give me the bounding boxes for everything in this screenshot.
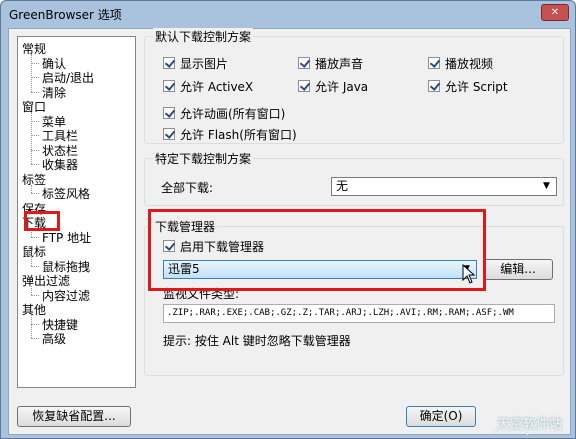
tree-connector [31, 149, 39, 151]
all-downloads-label: 全部下载: [161, 181, 214, 195]
tree-item[interactable]: FTP 地址 [42, 229, 91, 246]
play-video-label[interactable]: 播放视频 [445, 55, 493, 72]
allow-script-label[interactable]: 允许 Script [445, 78, 508, 95]
show-images-label[interactable]: 显示图片 [180, 55, 228, 72]
tree-item[interactable]: 内容过滤 [42, 287, 90, 304]
tree-connector [31, 257, 32, 266]
default-download-group: 默认下载控制方案 显示图片 播放声音 播放视频 允许 ActiveX 允许 Ja… [144, 28, 564, 144]
specific-download-title: 特定下载控制方案 [153, 150, 254, 167]
allow-animation-label[interactable]: 允许动画(所有窗口) [180, 105, 285, 122]
play-video-checkbox[interactable] [428, 57, 440, 69]
tree-connector [31, 236, 39, 238]
allow-flash-label[interactable]: 允许 Flash(所有窗口) [180, 126, 297, 143]
allow-activex-checkbox[interactable] [163, 80, 175, 92]
tree-connector [31, 286, 32, 295]
specific-download-group: 特定下载控制方案 全部下载: 无 ▼ [144, 150, 564, 206]
tree-connector [31, 135, 39, 136]
title-bar: GreenBrowser 选项 ✕ [1, 1, 575, 27]
default-download-title: 默认下载控制方案 [153, 28, 254, 45]
allow-animation-checkbox[interactable] [163, 107, 175, 119]
client-area: 常规 确认 启动/退出 清除 窗口 菜单 工具栏 状态栏 收集器 标签 标签风格 保存 下载 FTP 地址… [8, 28, 571, 436]
ok-button[interactable]: 确定(O) [406, 406, 476, 427]
restore-defaults-button[interactable]: 恢复缺省配置... [17, 406, 131, 427]
tree-connector [31, 265, 39, 267]
options-tree: 常规 确认 启动/退出 清除 窗口 菜单 工具栏 状态栏 收集器 标签 标签风格 保存 下载 FTP 地址… [17, 36, 136, 388]
allow-java-checkbox[interactable] [298, 80, 310, 92]
tree-connector [31, 193, 39, 194]
play-sound-label[interactable]: 播放声音 [315, 55, 363, 72]
tree-connector [31, 120, 39, 122]
tree-connector [31, 315, 32, 338]
all-downloads-value: 无 [336, 179, 349, 193]
watermark-url: www.skycn.com [492, 426, 564, 436]
tree-connector [31, 112, 32, 164]
close-button[interactable]: ✕ [541, 4, 569, 21]
allow-flash-checkbox[interactable] [163, 128, 175, 140]
tree-connector [31, 294, 39, 296]
play-sound-checkbox[interactable] [298, 57, 310, 69]
window-title: GreenBrowser 选项 [9, 8, 122, 22]
show-images-checkbox[interactable] [163, 57, 175, 69]
all-downloads-select[interactable]: 无 ▼ [331, 177, 557, 196]
tree-connector [31, 338, 39, 339]
tree-connector [31, 164, 39, 165]
edit-button[interactable]: 编辑... [483, 259, 553, 280]
allow-script-checkbox[interactable] [428, 80, 440, 92]
tree-item[interactable]: 高级 [42, 330, 66, 347]
close-icon: ✕ [550, 7, 560, 18]
monitor-types-input[interactable]: .ZIP;.RAR;.EXE;.CAB;.GZ;.Z;.TAR;.ARJ;.LZ… [163, 304, 555, 323]
mouse-cursor-icon [462, 264, 476, 284]
options-dialog: GreenBrowser 选项 ✕ 常规 确认 启动/退出 清除 窗口 菜单 工具栏 状态栏收… [0, 0, 576, 439]
tree-item[interactable]: 标签风格 [42, 185, 90, 202]
tree-connector [31, 62, 39, 64]
hint-text: 提示: 按住 Alt 键时忽略下载管理器 [163, 334, 351, 348]
highlight-box [148, 209, 486, 291]
selected-item-highlight [24, 211, 60, 231]
tree-connector [31, 184, 32, 193]
tree-connector [31, 54, 32, 92]
tree-connector [31, 91, 39, 93]
tree-connector [31, 323, 39, 325]
allow-java-label[interactable]: 允许 Java [315, 78, 368, 95]
allow-activex-label[interactable]: 允许 ActiveX [180, 78, 253, 95]
tree-connector [31, 77, 39, 78]
tree-item[interactable]: 收集器 [42, 156, 78, 173]
chevron-down-icon: ▼ [543, 181, 550, 191]
